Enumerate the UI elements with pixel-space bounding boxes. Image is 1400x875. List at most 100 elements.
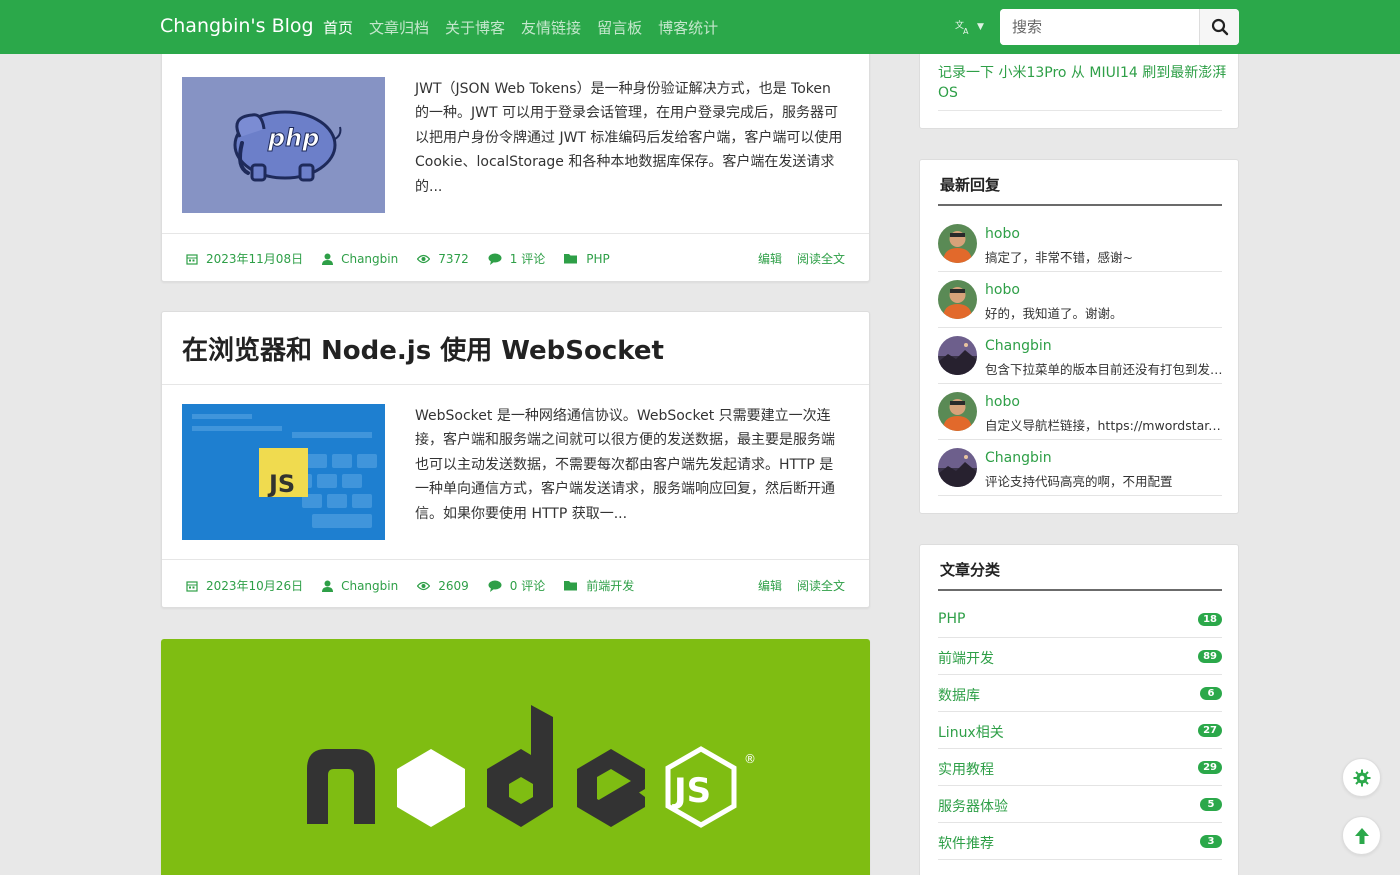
title-underline: [938, 589, 1222, 591]
calendar-icon: [186, 253, 198, 265]
eye-icon: [417, 581, 431, 590]
card-divider: [162, 559, 869, 560]
folder-icon: [564, 254, 578, 264]
category-item[interactable]: 实用教程 29: [938, 749, 1222, 786]
php-logo-text: php: [267, 124, 319, 152]
category-item[interactable]: 前端开发 89: [938, 638, 1222, 675]
comment-icon: [488, 580, 502, 592]
search-button[interactable]: [1199, 9, 1239, 45]
avatar: [938, 280, 977, 319]
reply-author[interactable]: Changbin: [985, 338, 1052, 354]
category-item[interactable]: 服务器体验 5: [938, 786, 1222, 823]
gear-icon: [1353, 769, 1370, 786]
site-brand[interactable]: Changbin's Blog: [160, 15, 314, 37]
reply-item[interactable]: hobo 自定义导航栏链接，https://mwordstar.com: [938, 384, 1223, 440]
category-label[interactable]: 数据库: [938, 685, 980, 705]
post-comments[interactable]: 1 评论: [488, 250, 545, 267]
post-category[interactable]: 前端开发: [564, 577, 634, 594]
card-divider: [162, 384, 869, 385]
reply-author[interactable]: hobo: [985, 282, 1020, 298]
avatar: [938, 448, 977, 487]
nav-friends[interactable]: 友情链接: [521, 17, 581, 38]
back-to-top-button[interactable]: [1342, 816, 1381, 855]
category-label[interactable]: 前端开发: [938, 648, 994, 668]
avatar: [938, 224, 977, 263]
avatar: [938, 392, 977, 431]
nodejs-logo-image: JS ®: [307, 705, 756, 828]
post-excerpt: WebSocket 是一种网络通信协议。WebSocket 只需要建立一次连接，…: [415, 408, 835, 522]
post-thumbnail[interactable]: JS: [182, 404, 385, 540]
edit-link[interactable]: 编辑: [758, 577, 782, 594]
reply-text[interactable]: 搞定了，非常不错，感谢~: [985, 247, 1223, 266]
avatar: [938, 336, 977, 375]
category-label[interactable]: 软件推荐: [938, 833, 994, 853]
post-card: 在浏览器和 Node.js 使用 WebSocket JS WebSocket …: [161, 311, 870, 608]
post-comments[interactable]: 0 评论: [488, 577, 545, 594]
edit-link[interactable]: 编辑: [758, 250, 782, 267]
reply-text[interactable]: 好的，我知道了。谢谢。: [985, 303, 1223, 322]
category-count-badge: 6: [1200, 687, 1222, 700]
reply-text[interactable]: 自定义导航栏链接，https://mwordstar.com: [985, 415, 1223, 434]
php-elephant-image: php: [233, 110, 342, 182]
registered-mark: ®: [744, 752, 756, 766]
section-title: 文章分类: [940, 561, 1001, 579]
post-category[interactable]: PHP: [564, 252, 610, 266]
category-item[interactable]: 数据库 6: [938, 675, 1222, 712]
post-card: php JWT（JSON Web Tokens）是一种身份验证解决方式，也是 T…: [161, 40, 870, 282]
post-date: 2023年11月08日: [186, 250, 303, 267]
reply-author[interactable]: hobo: [985, 394, 1020, 410]
category-count-badge: 27: [1198, 724, 1222, 737]
user-icon: [322, 580, 334, 592]
category-count-badge: 89: [1198, 650, 1222, 663]
nav-archive[interactable]: 文章归档: [369, 17, 429, 38]
post-banner[interactable]: JS ®: [161, 639, 870, 875]
arrow-up-icon: [1354, 827, 1369, 844]
category-count-badge: 18: [1198, 613, 1222, 626]
read-more-link[interactable]: 阅读全文: [797, 250, 845, 267]
post-thumbnail[interactable]: php: [182, 77, 385, 213]
search-form: [1000, 9, 1239, 45]
nav-about[interactable]: 关于博客: [445, 17, 505, 38]
translate-icon: 文 A: [955, 19, 969, 36]
js-logo-text: JS: [267, 470, 295, 498]
reply-item[interactable]: hobo 搞定了，非常不错，感谢~: [938, 216, 1222, 272]
post-author[interactable]: Changbin: [322, 252, 398, 266]
post-views: 2609: [417, 579, 469, 593]
post-meta: 2023年10月26日 Changbin 2609 0 评论 前端开发: [186, 577, 653, 594]
post-title[interactable]: 在浏览器和 Node.js 使用 WebSocket: [182, 330, 664, 367]
reply-author[interactable]: hobo: [985, 226, 1020, 242]
category-count-badge: 3: [1200, 835, 1222, 848]
nav-stats[interactable]: 博客统计: [658, 17, 718, 38]
recent-post-link[interactable]: 记录一下 小米13Pro 从 MIUI14 刷到最新澎湃OS: [938, 63, 1228, 103]
category-item[interactable]: 软件推荐 3: [938, 823, 1222, 860]
reply-item[interactable]: hobo 好的，我知道了。谢谢。: [938, 272, 1222, 328]
category-item[interactable]: PHP 18: [938, 601, 1222, 638]
reply-item[interactable]: Changbin 包含下拉菜单的版本目前还没有打包到发布版本中: [938, 328, 1223, 384]
read-more-link[interactable]: 阅读全文: [797, 577, 845, 594]
category-label[interactable]: PHP: [938, 611, 965, 627]
reply-author[interactable]: Changbin: [985, 450, 1052, 466]
title-underline: [938, 204, 1222, 206]
categories-card: 文章分类 PHP 18 前端开发 89 数据库 6 Linux相关 27 实用教…: [919, 544, 1239, 875]
user-icon: [322, 253, 334, 265]
reply-text[interactable]: 包含下拉菜单的版本目前还没有打包到发布版本中: [985, 359, 1223, 378]
svg-text:A: A: [963, 27, 969, 35]
reply-text[interactable]: 评论支持代码高亮的啊，不用配置: [985, 471, 1223, 490]
chevron-down-icon: ▼: [977, 21, 984, 32]
category-label[interactable]: 实用教程: [938, 759, 994, 779]
nav-home[interactable]: 首页: [323, 17, 353, 38]
nav-guestbook[interactable]: 留言板: [597, 17, 642, 38]
category-label[interactable]: Linux相关: [938, 722, 1004, 742]
folder-icon: [564, 581, 578, 591]
post-author[interactable]: Changbin: [322, 579, 398, 593]
post-excerpt: JWT（JSON Web Tokens）是一种身份验证解决方式，也是 Token…: [415, 81, 843, 195]
js-keyboard-image: JS: [182, 404, 385, 540]
category-item[interactable]: Linux相关 27: [938, 712, 1222, 749]
reply-item[interactable]: Changbin 评论支持代码高亮的啊，不用配置: [938, 440, 1222, 496]
category-label[interactable]: 服务器体验: [938, 796, 1008, 816]
search-input[interactable]: [1000, 9, 1199, 45]
settings-button[interactable]: [1342, 758, 1381, 797]
post-actions: 编辑 阅读全文: [743, 577, 845, 594]
eye-icon: [417, 254, 431, 263]
language-dropdown[interactable]: 文 A ▼: [955, 17, 984, 36]
